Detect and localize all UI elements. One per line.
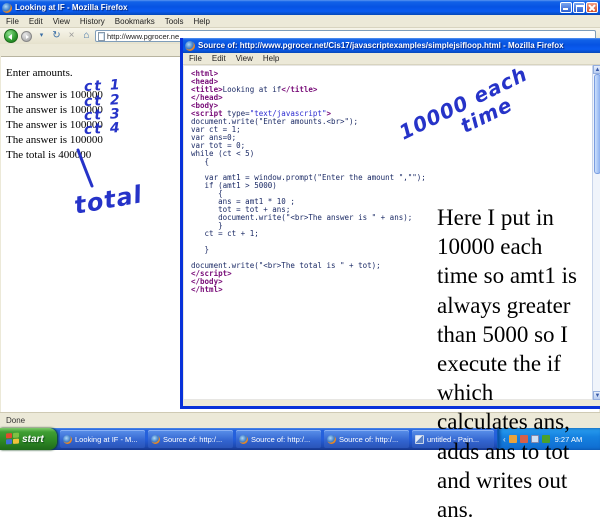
side-note-line: time so amt1 is — [437, 261, 600, 290]
minimize-button[interactable] — [560, 2, 572, 13]
taskbar-button-source-2[interactable]: Source of: http:/... — [236, 430, 321, 448]
source-code: <html><head><title>Looking at if</title>… — [191, 70, 426, 294]
typed-side-note: Here I put in10000 eachtime so amt1 isal… — [437, 203, 600, 524]
menu-file[interactable]: File — [189, 54, 202, 63]
side-note-line: ans. — [437, 495, 600, 524]
source-title-bar[interactable]: Source of: http://www.pgrocer.net/Cis17/… — [183, 38, 600, 53]
code-line: ct = ct + 1; — [191, 230, 426, 238]
menu-tools[interactable]: Tools — [165, 17, 184, 26]
scrollbar-thumb[interactable] — [594, 74, 600, 174]
main-title-bar[interactable]: Looking at IF - Mozilla Firefox — [0, 0, 600, 15]
side-note-line: Here I put in — [437, 203, 600, 232]
output-line: Enter amounts. — [6, 66, 103, 81]
close-button[interactable] — [586, 2, 598, 13]
status-text: Done — [6, 416, 25, 425]
side-note-line: than 5000 so I — [437, 320, 600, 349]
code-line — [191, 238, 426, 246]
menu-view[interactable]: View — [236, 54, 253, 63]
menu-edit[interactable]: Edit — [212, 54, 226, 63]
output-line: The answer is 100000 — [6, 103, 103, 118]
maximize-button[interactable] — [573, 2, 585, 13]
side-note-line: always greater — [437, 291, 600, 320]
code-line: </script> — [191, 270, 426, 278]
side-note-line: and writes out — [437, 466, 600, 495]
home-button[interactable]: ⌂ — [80, 30, 93, 42]
taskbar-button-looking-at-if[interactable]: Looking at IF - M... — [60, 430, 145, 448]
side-note-line: 10000 each — [437, 232, 600, 261]
menu-file[interactable]: File — [6, 17, 19, 26]
code-line: document.write("<br>The answer is " + an… — [191, 214, 426, 222]
main-menu-bar: File Edit View History Bookmarks Tools H… — [0, 15, 600, 28]
windows-flag-icon — [6, 433, 19, 446]
firefox-icon — [327, 435, 336, 444]
taskbar-button-source-3[interactable]: Source of: http:/... — [324, 430, 409, 448]
stop-button[interactable]: × — [65, 30, 78, 42]
scroll-up-icon[interactable]: ▲ — [593, 65, 600, 74]
firefox-icon — [63, 435, 72, 444]
side-note-line: which — [437, 378, 600, 407]
code-line: <title>Looking at if</title> — [191, 86, 426, 94]
side-note-line: adds ans to tot — [437, 437, 600, 466]
menu-edit[interactable]: Edit — [29, 17, 43, 26]
history-dropdown-icon[interactable]: ▾ — [35, 30, 48, 42]
side-note-line: calculates ans, — [437, 407, 600, 436]
output-line: The total is 400000 — [6, 148, 103, 163]
menu-help[interactable]: Help — [263, 54, 279, 63]
app-icon — [415, 435, 424, 444]
reload-button[interactable]: ↻ — [50, 30, 63, 42]
output-line: The answer is 100000 — [6, 118, 103, 133]
main-window-title: Looking at IF - Mozilla Firefox — [15, 3, 560, 12]
taskbar-button-source-1[interactable]: Source of: http:/... — [148, 430, 233, 448]
code-line: if (amt1 > 5000) — [191, 182, 426, 190]
menu-help[interactable]: Help — [193, 17, 209, 26]
code-line: </html> — [191, 286, 426, 294]
code-line: while (ct < 5) — [191, 150, 426, 158]
firefox-icon — [185, 41, 195, 51]
menu-view[interactable]: View — [53, 17, 70, 26]
code-line: </head> — [191, 94, 426, 102]
address-url: http://www.pgrocer.ne — [107, 32, 179, 41]
code-line: <html> — [191, 70, 426, 78]
firefox-icon — [151, 435, 160, 444]
firefox-icon — [239, 435, 248, 444]
forward-arrow-icon — [26, 35, 29, 39]
source-window-title: Source of: http://www.pgrocer.net/Cis17/… — [198, 41, 600, 50]
back-arrow-icon — [8, 34, 12, 40]
menu-bookmarks[interactable]: Bookmarks — [115, 17, 155, 26]
code-line: </body> — [191, 278, 426, 286]
code-line: } — [191, 246, 426, 254]
menu-history[interactable]: History — [80, 17, 105, 26]
code-line: { — [191, 158, 426, 166]
forward-button[interactable] — [21, 31, 32, 42]
side-note-line: execute the if — [437, 349, 600, 378]
firefox-icon — [2, 3, 12, 13]
start-button[interactable]: start — [0, 428, 57, 450]
script-output: Enter amounts. The answer is 100000 The … — [6, 66, 103, 163]
back-button[interactable] — [4, 29, 18, 43]
output-line: The answer is 100000 — [6, 88, 103, 103]
output-line: The answer is 100000 — [6, 133, 103, 148]
source-menu-bar: File Edit View Help — [183, 53, 600, 65]
page-icon — [98, 32, 105, 41]
